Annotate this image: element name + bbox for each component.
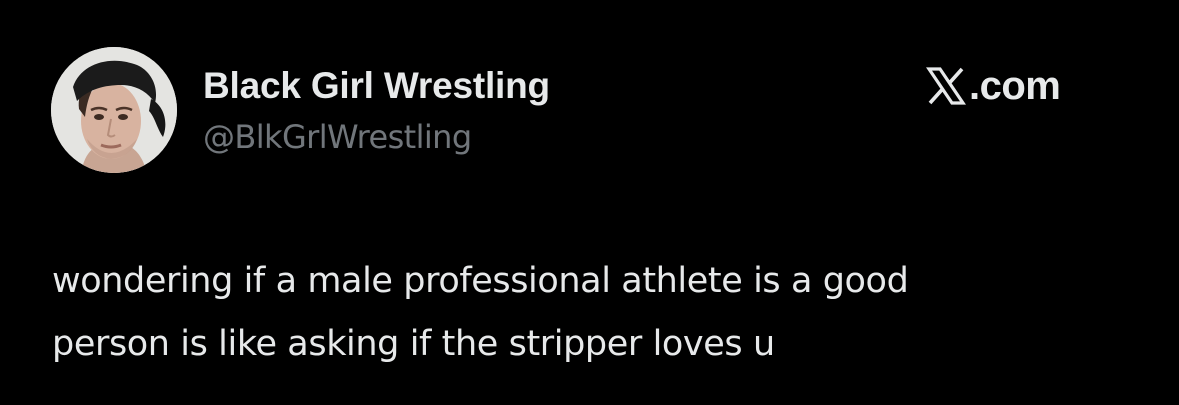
tweet-body: wondering if a male professional athlete… xyxy=(52,250,1152,376)
tweet-text-line: person is like asking if the stripper lo… xyxy=(52,324,775,364)
author-handle[interactable]: @BlkGrlWrestling xyxy=(203,116,472,158)
brand-domain-text: .com xyxy=(969,64,1061,108)
profile-photo-icon xyxy=(51,47,177,173)
avatar[interactable] xyxy=(51,47,177,173)
tweet-text-line: wondering if a male professional athlete… xyxy=(52,261,909,301)
author-display-name[interactable]: Black Girl Wrestling xyxy=(203,64,550,108)
x-logo-icon xyxy=(925,66,967,106)
tweet-card: Black Girl Wrestling @BlkGrlWrestling .c… xyxy=(0,0,1179,405)
x-brand: .com xyxy=(925,62,1061,110)
